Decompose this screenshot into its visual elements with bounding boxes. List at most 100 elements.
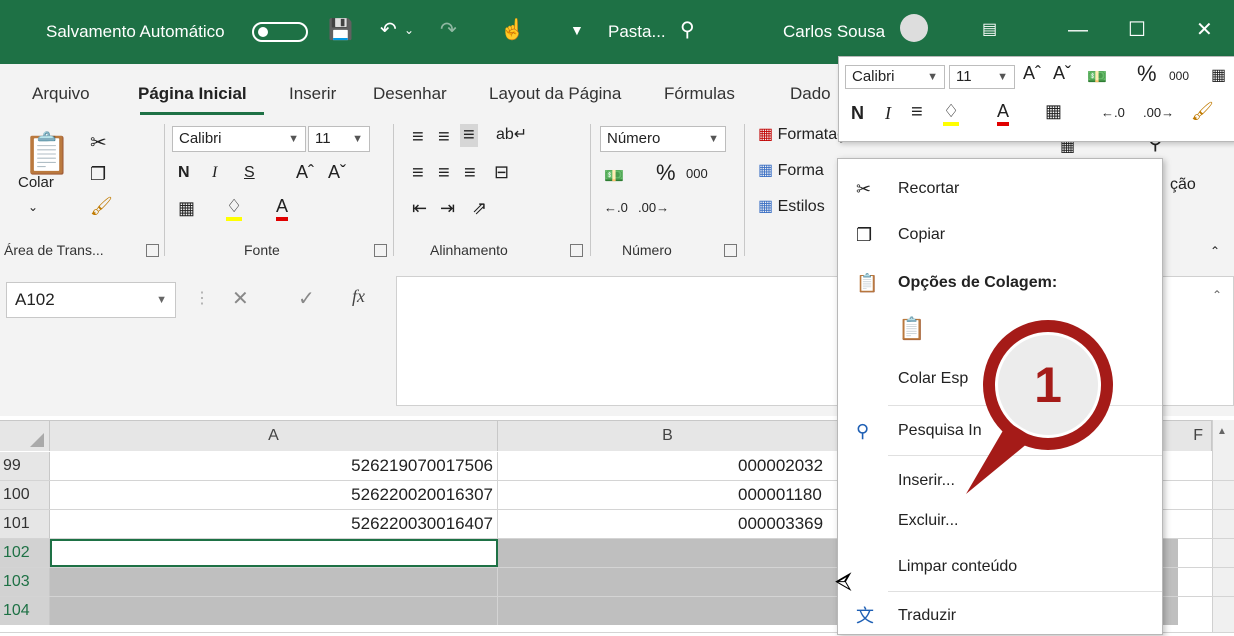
row-number[interactable]: 103 — [0, 568, 50, 596]
decrease-font-icon[interactable]: Aˇ — [1053, 63, 1071, 84]
bold-button[interactable]: N — [178, 164, 190, 182]
alignment-launcher-icon[interactable] — [570, 244, 583, 257]
collapse-ribbon-icon[interactable]: ⌃ — [1210, 244, 1220, 258]
borders-icon[interactable]: ▦ — [1045, 101, 1062, 122]
column-header-f[interactable]: F — [1162, 421, 1212, 451]
cell[interactable]: 526220020016307 — [50, 481, 498, 509]
undo-dropdown-icon[interactable]: ⌄ — [404, 18, 414, 42]
ribbon-display-icon[interactable]: ▤ — [982, 18, 997, 42]
search-icon[interactable]: ⚲ — [680, 18, 695, 42]
row-number[interactable]: 99 — [0, 452, 50, 480]
font-color-icon[interactable]: A — [276, 196, 289, 221]
tab-inserir[interactable]: Inserir — [289, 84, 336, 104]
tab-pagina-inicial[interactable]: Página Inicial — [138, 84, 247, 104]
scissors-icon[interactable]: ✂ — [90, 130, 107, 155]
menu-item-traduzir[interactable]: 文 Traduzir — [838, 596, 1162, 636]
cancel-icon[interactable]: ✕ — [232, 286, 249, 311]
scroll-up-icon[interactable]: ▲ — [1217, 426, 1227, 437]
font-size-combo[interactable]: 11 ▼ — [308, 126, 370, 152]
collapse-formula-icon[interactable]: ⌃ — [1212, 288, 1222, 302]
undo-icon[interactable]: ↶ — [380, 18, 397, 42]
increase-font-icon[interactable]: Aˆ — [296, 162, 314, 183]
borders-icon[interactable]: ▦ — [178, 198, 195, 219]
name-box[interactable]: A102 ▼ — [6, 282, 176, 318]
increase-decimal-icon[interactable]: ←.0 — [1101, 105, 1125, 120]
insert-function-button[interactable]: fx — [352, 286, 365, 307]
currency-icon[interactable]: 💵 — [604, 166, 624, 186]
tab-arquivo[interactable]: Arquivo — [32, 84, 90, 104]
align-right-icon[interactable]: ≡ — [464, 162, 476, 185]
format-painter-icon[interactable]: 🖌 — [90, 196, 113, 217]
column-header-b[interactable]: B — [498, 421, 838, 451]
copy-icon[interactable]: ❐ — [90, 164, 106, 185]
tab-layout[interactable]: Layout da Página — [489, 84, 621, 104]
paste-label[interactable]: Colar — [18, 174, 54, 191]
row-number[interactable]: 101 — [0, 510, 50, 538]
number-launcher-icon[interactable] — [724, 244, 737, 257]
maximize-icon[interactable]: ☐ — [1128, 18, 1146, 42]
enter-icon[interactable]: ✓ — [298, 286, 315, 311]
thousands-button[interactable]: 000 — [686, 166, 708, 181]
active-cell[interactable] — [50, 539, 498, 567]
menu-item-excluir[interactable]: Excluir... — [838, 501, 1162, 541]
select-all-corner[interactable] — [0, 421, 50, 451]
number-format-combo[interactable]: Número ▼ — [600, 126, 726, 152]
format-cells-icon[interactable]: ▦ — [1211, 65, 1226, 85]
mini-thousands-button[interactable]: 000 — [1169, 69, 1189, 83]
mini-font-size-combo[interactable]: 11 ▼ — [949, 65, 1015, 89]
cell[interactable] — [50, 568, 498, 596]
row-number[interactable]: 102 — [0, 539, 50, 567]
user-name[interactable]: Carlos Sousa — [783, 22, 885, 42]
cell[interactable]: 526219070017506 — [50, 452, 498, 480]
chevron-down-icon[interactable]: ▼ — [156, 283, 167, 317]
customize-qat-icon[interactable]: ▼ — [570, 18, 584, 42]
mini-percent-button[interactable]: % — [1137, 61, 1157, 87]
wrap-text-icon[interactable]: ab↵ — [496, 124, 527, 144]
tab-dados[interactable]: Dado — [790, 84, 831, 104]
align-top-icon[interactable]: ≡ — [412, 126, 424, 149]
row-number[interactable]: 100 — [0, 481, 50, 509]
font-name-combo[interactable]: Calibri ▼ — [172, 126, 306, 152]
mini-font-name-combo[interactable]: Calibri ▼ — [845, 65, 945, 89]
menu-item-recortar[interactable]: ✂ Recortar — [838, 169, 1162, 209]
format-table-button[interactable]: ▦ Forma — [758, 160, 824, 180]
align-middle-icon[interactable]: ≡ — [438, 126, 450, 149]
align-left-icon[interactable]: ≡ — [412, 162, 424, 185]
clipboard-launcher-icon[interactable] — [146, 244, 159, 257]
cell-styles-button[interactable]: ▦ Estilos — [758, 196, 825, 216]
minimize-icon[interactable]: — — [1068, 18, 1088, 42]
fill-color-icon[interactable]: ♢ — [943, 101, 960, 126]
orientation-icon[interactable]: ⇗ — [472, 198, 487, 219]
align-center-icon[interactable]: ≡ — [911, 101, 923, 124]
column-header-a[interactable]: A — [50, 421, 498, 451]
decrease-decimal-icon[interactable]: .00→ — [1143, 105, 1174, 120]
save-icon[interactable]: 💾 — [328, 18, 353, 42]
decrease-font-icon[interactable]: Aˇ — [328, 162, 346, 183]
row-number[interactable]: 104 — [0, 597, 50, 625]
percent-button[interactable]: % — [656, 160, 676, 186]
cell[interactable] — [50, 597, 498, 625]
decrease-decimal-icon[interactable]: .00→ — [638, 200, 669, 215]
align-center-icon[interactable]: ≡ — [438, 162, 450, 185]
merge-center-icon[interactable]: ⊟ — [494, 162, 509, 183]
avatar[interactable] — [900, 14, 928, 42]
mini-italic-button[interactable]: I — [885, 103, 891, 124]
cell[interactable]: 526220030016407 — [50, 510, 498, 538]
increase-decimal-icon[interactable]: ←.0 — [604, 200, 628, 215]
paste-dropdown-icon[interactable]: ⌄ — [28, 200, 38, 214]
increase-font-icon[interactable]: Aˆ — [1023, 63, 1041, 84]
mini-bold-button[interactable]: N — [851, 103, 864, 124]
tab-formulas[interactable]: Fórmulas — [664, 84, 735, 104]
italic-button[interactable]: I — [212, 164, 217, 182]
autosave-toggle[interactable] — [252, 22, 308, 42]
close-icon[interactable]: ✕ — [1196, 18, 1213, 42]
fill-color-icon[interactable]: ♢ — [226, 196, 243, 221]
tab-desenhar[interactable]: Desenhar — [373, 84, 447, 104]
font-color-icon[interactable]: A — [997, 101, 1010, 126]
menu-item-copiar[interactable]: ❐ Copiar — [838, 215, 1162, 255]
decrease-indent-icon[interactable]: ⇤ — [412, 198, 427, 219]
font-launcher-icon[interactable] — [374, 244, 387, 257]
increase-indent-icon[interactable]: ⇥ — [440, 198, 455, 219]
paste-icon[interactable]: 📋 — [22, 130, 72, 177]
currency-icon[interactable]: 💵 — [1087, 67, 1107, 87]
